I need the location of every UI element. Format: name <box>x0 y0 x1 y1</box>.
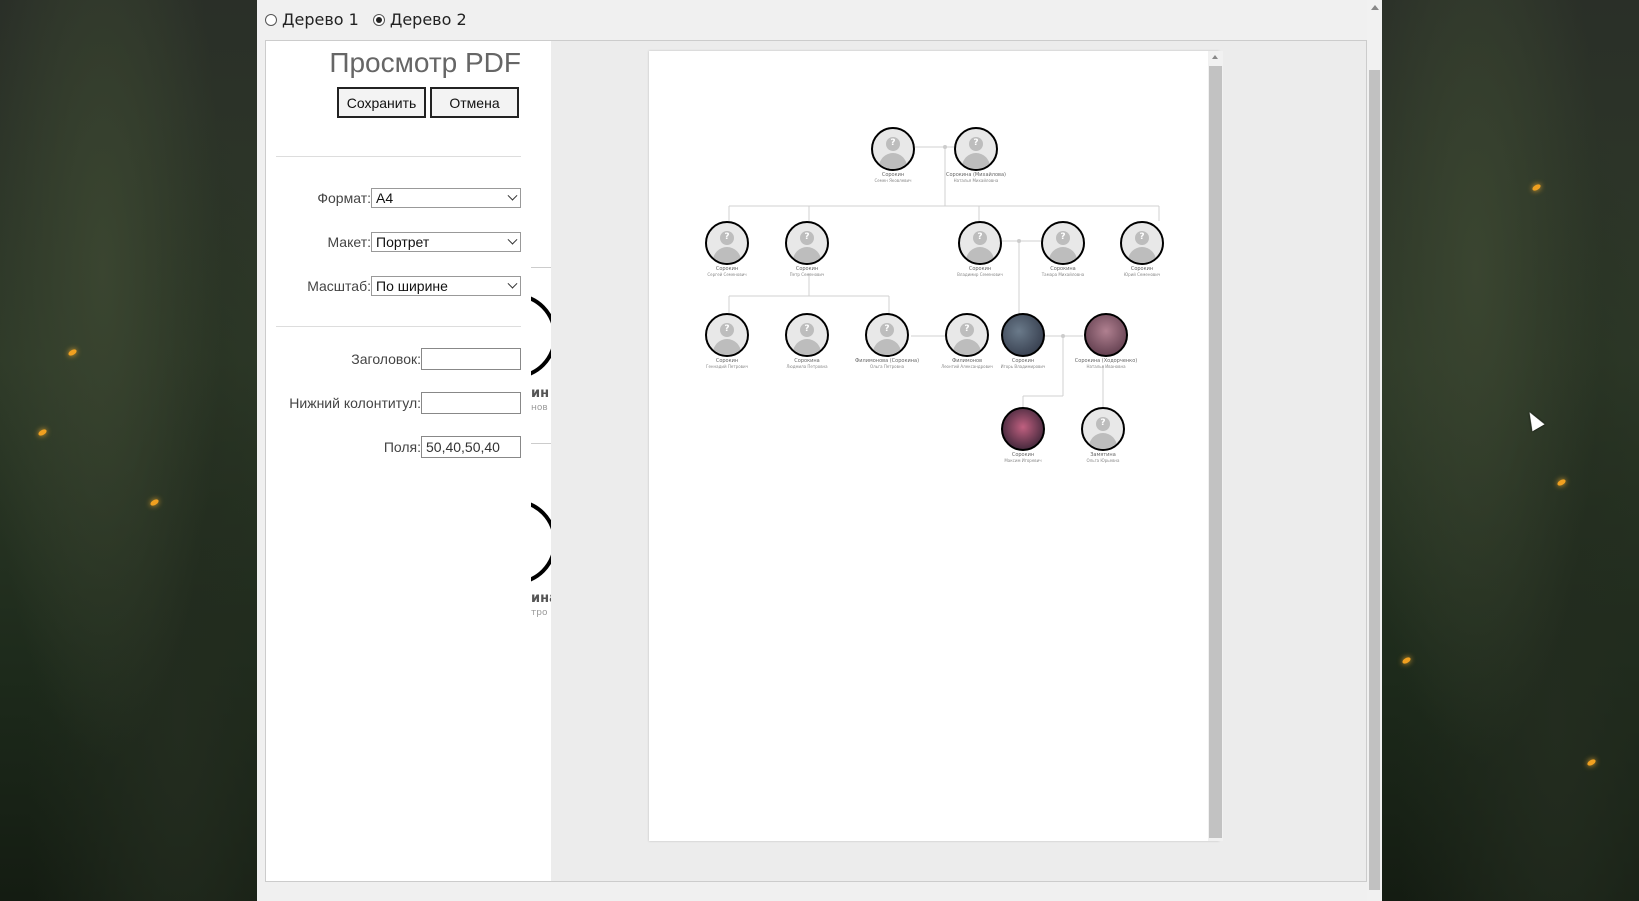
scale-label: Масштаб: <box>307 278 371 294</box>
divider <box>531 267 551 268</box>
chevron-down-icon <box>507 234 518 245</box>
tree-node[interactable]: ? Сорокин Юрий Семенович <box>1102 221 1182 277</box>
avatar-ring <box>531 293 551 379</box>
pdf-page: ? Сорокин Семен Яковлевич ? Сорокина (Ми… <box>649 51 1219 841</box>
ember-sparkle <box>1556 478 1567 487</box>
format-label: Формат: <box>317 190 371 206</box>
format-select[interactable]: A4 <box>371 188 521 208</box>
cancel-button[interactable]: Отмена <box>430 87 519 118</box>
ember-sparkle <box>67 348 78 357</box>
tree-node[interactable]: ? Сорокин Сергей Семенович <box>687 221 767 277</box>
header-label: Заголовок: <box>351 351 421 367</box>
avatar: ? <box>705 313 749 357</box>
avatar: ? <box>871 127 915 171</box>
avatar: ? <box>785 221 829 265</box>
ember-sparkle <box>37 428 48 437</box>
background-tree-peek: ин нов ина тро <box>531 41 551 881</box>
preview-frame: Просмотр PDF Сохранить Отмена Формат: A4… <box>265 40 1367 882</box>
scrollbar-thumb[interactable] <box>1369 70 1380 890</box>
format-value: A4 <box>376 190 394 206</box>
tree-node[interactable]: ? Сорокин Геннадий Петрович <box>687 313 767 369</box>
desktop-background-left <box>0 0 257 901</box>
radio-button-selected-icon[interactable] <box>372 13 385 26</box>
scroll-up-icon[interactable] <box>1212 55 1218 59</box>
save-button[interactable]: Сохранить <box>337 87 426 118</box>
scroll-up-icon[interactable] <box>1371 5 1379 10</box>
radio-tree-1-label: Дерево 1 <box>282 10 359 29</box>
pdf-preview-dialog: Дерево 1 Дерево 2 Просмотр PDF Сохранить… <box>257 0 1367 901</box>
avatar-photo <box>1001 407 1045 451</box>
avatar: ? <box>1081 407 1125 451</box>
tree-node[interactable]: ? Замятина Ольга Юрьевна <box>1063 407 1143 463</box>
layout-select[interactable]: Портрет <box>371 232 521 252</box>
header-row: Заголовок: <box>351 348 521 370</box>
tree-node[interactable]: ? Сорокина Людмила Петровна <box>767 313 847 369</box>
peek-sub: нов <box>531 403 548 413</box>
tree-node[interactable]: ? Сорокина (Михайлова) Наталья Михайловн… <box>936 127 1016 183</box>
scale-value: По ширине <box>376 278 448 294</box>
page-scrollbar[interactable] <box>1208 51 1223 841</box>
tree-node[interactable]: ? Сорокин Петр Семенович <box>767 221 847 277</box>
format-row: Формат: A4 <box>317 188 521 208</box>
chevron-down-icon <box>507 190 518 201</box>
ember-sparkle <box>1586 758 1597 767</box>
divider <box>531 443 551 444</box>
avatar-ring <box>531 499 551 585</box>
window-scrollbar[interactable] <box>1367 0 1382 901</box>
tree-selector: Дерево 1 Дерево 2 <box>265 10 467 29</box>
chevron-down-icon <box>507 278 518 289</box>
scrollbar-thumb[interactable] <box>1209 66 1222 838</box>
radio-button-icon[interactable] <box>265 13 277 26</box>
avatar: ? <box>1120 221 1164 265</box>
peek-name: ин <box>531 386 550 401</box>
peek-name: ина <box>531 591 551 606</box>
tree-node[interactable]: Сорокин Максим Игоревич <box>983 407 1063 463</box>
avatar: ? <box>1041 221 1085 265</box>
tree-node[interactable]: Сорокин Игорь Владимирович <box>983 313 1063 369</box>
footer-row: Нижний колонтитул: <box>289 392 521 414</box>
divider <box>276 156 521 157</box>
avatar: ? <box>865 313 909 357</box>
ember-sparkle <box>1531 183 1542 192</box>
radio-tree-2[interactable]: Дерево 2 <box>372 10 467 29</box>
avatar-photo <box>1001 313 1045 357</box>
footer-label: Нижний колонтитул: <box>289 395 421 411</box>
tree-node[interactable]: ? Филимонова (Сорокина) Ольга Петровна <box>847 313 927 369</box>
avatar: ? <box>958 221 1002 265</box>
tree-node[interactable]: ? Сорокина Тамара Михайловна <box>1023 221 1103 277</box>
header-input[interactable] <box>421 348 521 370</box>
avatar: ? <box>705 221 749 265</box>
margins-row: Поля: 50,40,50,40 <box>384 436 521 458</box>
scale-row: Масштаб: По ширине <box>307 276 521 296</box>
avatar: ? <box>954 127 998 171</box>
radio-tree-1[interactable]: Дерево 1 <box>265 10 359 29</box>
panel-title: Просмотр PDF <box>329 47 521 78</box>
margins-input[interactable]: 50,40,50,40 <box>421 436 521 458</box>
ember-sparkle <box>1401 656 1412 665</box>
layout-label: Макет: <box>327 234 371 250</box>
tree-node[interactable]: ? Сорокин Семен Яковлевич <box>853 127 933 183</box>
pdf-settings-panel: Просмотр PDF Сохранить Отмена Формат: A4… <box>266 41 532 881</box>
tree-node[interactable]: ? Сорокин Владимир Семенович <box>940 221 1020 277</box>
scale-select[interactable]: По ширине <box>371 276 521 296</box>
avatar-photo <box>1084 313 1128 357</box>
tree-node[interactable]: Сорокина (Ходорченко) Наталья Ивановна <box>1066 313 1146 369</box>
peek-sub: тро <box>531 608 548 618</box>
margins-label: Поля: <box>383 439 421 455</box>
divider <box>276 326 521 327</box>
layout-row: Макет: Портрет <box>327 232 521 252</box>
layout-value: Портрет <box>376 234 430 250</box>
radio-tree-2-label: Дерево 2 <box>389 10 467 29</box>
ember-sparkle <box>149 498 160 507</box>
footer-input[interactable] <box>421 392 521 414</box>
desktop-background-right <box>1367 0 1639 901</box>
avatar: ? <box>785 313 829 357</box>
